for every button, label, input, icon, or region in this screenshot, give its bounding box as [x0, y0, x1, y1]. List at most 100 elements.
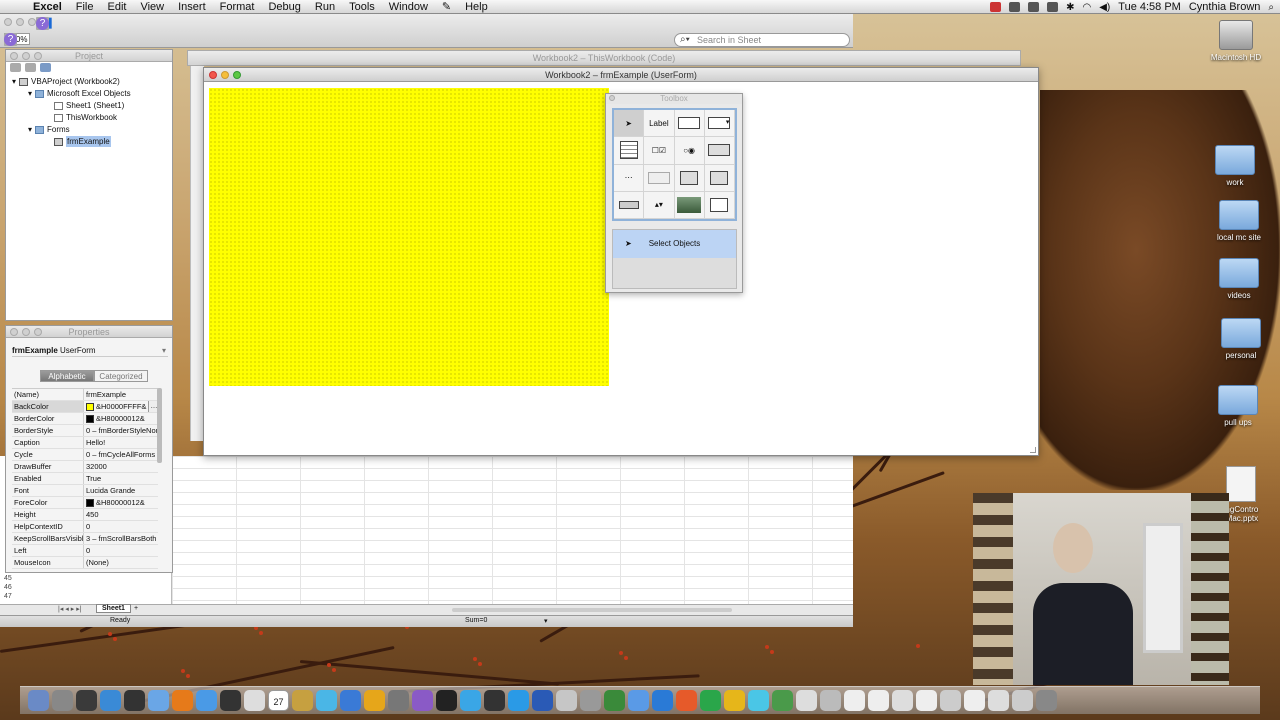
tree-sheet1[interactable]: Sheet1 (Sheet1) [54, 100, 124, 111]
property-value[interactable]: 0 – fmCycleAllForms [84, 449, 158, 460]
menu-view[interactable]: View [133, 0, 171, 14]
textbox-tool-icon[interactable] [674, 110, 705, 138]
properties-scrollbar[interactable] [157, 388, 162, 463]
dock-app-icon[interactable] [844, 690, 865, 711]
property-value[interactable]: 32000 [84, 461, 158, 472]
dock-app-icon[interactable] [556, 690, 577, 711]
property-value[interactable]: 450 [84, 509, 158, 520]
dock-app-icon[interactable] [892, 690, 913, 711]
wifi-icon[interactable]: ◠ [1083, 2, 1092, 13]
property-row[interactable]: DrawBuffer 32000 [12, 461, 158, 473]
dock-app-icon[interactable] [868, 690, 889, 711]
clock[interactable]: Tue 4:58 PM [1118, 1, 1181, 13]
togglebutton-tool-icon[interactable] [704, 137, 735, 165]
sheet-tab[interactable]: Sheet1 [96, 604, 131, 613]
dock-app-icon[interactable] [340, 690, 361, 711]
dock-app-icon[interactable] [628, 690, 649, 711]
menu-run[interactable]: Run [308, 0, 342, 14]
object-selector[interactable]: frmExample UserForm ▾ [12, 346, 168, 357]
tree-frmexample[interactable]: frmExample [54, 136, 111, 147]
property-value[interactable]: Lucida Grande [84, 485, 158, 496]
dock-app-icon[interactable] [652, 690, 673, 711]
time-machine-icon[interactable] [1047, 2, 1059, 12]
help-2-icon[interactable]: ? [4, 32, 17, 46]
property-row[interactable]: KeepScrollBarsVisible 3 – fmScrollBarsBot… [12, 533, 158, 545]
script-menu-icon[interactable]: ✎ [435, 0, 458, 14]
property-row[interactable]: BorderColor &H80000012& [12, 413, 158, 425]
desktop-icon-folder[interactable]: videos [1204, 258, 1274, 300]
tree-vbaproject[interactable]: ▾ VBAProject (Workbook2) [12, 76, 120, 87]
select-objects-item[interactable]: ➤ Select Objects [613, 230, 736, 258]
color-swatch[interactable] [86, 414, 94, 423]
listbox-tool-icon[interactable] [614, 137, 645, 165]
checkbox-tool-icon[interactable]: ☐☑ [644, 137, 675, 165]
userform-window-titlebar[interactable]: Workbook2 – frmExample (UserForm) [204, 68, 1038, 82]
dock-app-icon[interactable] [964, 690, 985, 711]
status-sum[interactable]: Sum=0 [465, 617, 487, 624]
select-tool-icon[interactable]: ➤ [614, 110, 645, 138]
property-value[interactable]: Hello! [84, 437, 158, 448]
userform-canvas[interactable] [209, 88, 609, 386]
property-row[interactable]: Height 450 [12, 509, 158, 521]
menu-help[interactable]: Help [458, 0, 495, 14]
dock-app-icon[interactable] [244, 690, 265, 711]
help-icon[interactable]: ? [36, 16, 49, 30]
menu-insert[interactable]: Insert [171, 0, 213, 14]
menu-format[interactable]: Format [213, 0, 262, 14]
multipage-tool-icon[interactable] [704, 164, 735, 192]
desktop-icon-hd[interactable]: Macintosh HD [1201, 20, 1271, 62]
property-row[interactable]: BorderStyle 0 – fmBorderStyleNone [12, 425, 158, 437]
label-tool[interactable]: Label [644, 110, 675, 138]
dock-app-icon[interactable] [940, 690, 961, 711]
property-row[interactable]: (Name) frmExample [12, 389, 158, 401]
spinbutton-tool-icon[interactable]: ▴▾ [644, 191, 675, 219]
chevron-down-icon[interactable]: ▾ [162, 346, 166, 355]
minimize-icon[interactable] [221, 71, 229, 79]
property-row[interactable]: Font Lucida Grande [12, 485, 158, 497]
combobox-tool-icon[interactable]: ▾ [704, 110, 735, 138]
dock-app-icon[interactable] [796, 690, 817, 711]
property-row[interactable]: Cycle 0 – fmCycleAllForms [12, 449, 158, 461]
image-tool-icon[interactable] [674, 191, 705, 219]
menu-app-excel[interactable]: Excel [26, 0, 69, 14]
dock-app-icon[interactable] [988, 690, 1009, 711]
property-row[interactable]: BackColor &H0000FFFF&… [12, 401, 158, 413]
property-row[interactable]: Left 0 [12, 545, 158, 557]
bluetooth-icon[interactable]: ✱ [1066, 2, 1074, 13]
code-window[interactable]: Workbook2 – ThisWorkbook (Code) [187, 50, 1021, 66]
dock-app-icon[interactable] [292, 690, 313, 711]
dropbox-icon[interactable] [1009, 2, 1021, 12]
frame-tool-icon[interactable]: ⋯ [614, 164, 645, 192]
dock-app-icon[interactable] [364, 690, 385, 711]
dock-app-icon[interactable] [148, 690, 169, 711]
tab-categorized[interactable]: Categorized [94, 370, 148, 382]
toggle-folders-icon[interactable] [40, 63, 51, 72]
dock-app-icon[interactable] [508, 690, 529, 711]
color-swatch[interactable] [86, 498, 94, 507]
dock-app-icon[interactable] [724, 690, 745, 711]
menu-debug[interactable]: Debug [261, 0, 307, 14]
recording-icon[interactable] [990, 2, 1002, 12]
tree-thisworkbook[interactable]: ThisWorkbook [54, 112, 117, 123]
menu-tools[interactable]: Tools [342, 0, 382, 14]
zoom-icon[interactable] [233, 71, 241, 79]
dock-app-icon[interactable] [748, 690, 769, 711]
menu-edit[interactable]: Edit [100, 0, 133, 14]
close-icon[interactable] [209, 71, 217, 79]
dock-app-icon[interactable] [772, 690, 793, 711]
status-dropdown-icon[interactable]: ▾ [544, 617, 548, 625]
dock-app-icon[interactable] [412, 690, 433, 711]
dock-app-icon[interactable] [28, 690, 49, 711]
dock-app-icon[interactable] [676, 690, 697, 711]
resize-grip-icon[interactable] [1030, 447, 1036, 453]
dock-app-icon[interactable] [316, 690, 337, 711]
property-value[interactable]: (None) [84, 557, 158, 568]
spotlight-icon[interactable]: ⌕ [1268, 2, 1274, 13]
scrollbar-tool-icon[interactable] [614, 191, 645, 219]
dock-app-icon[interactable] [1012, 690, 1033, 711]
color-swatch[interactable] [86, 402, 94, 411]
collapse-icon[interactable]: ▾ [28, 124, 32, 135]
refedit-tool-icon[interactable] [704, 191, 735, 219]
property-row[interactable]: ForeColor &H80000012& [12, 497, 158, 509]
collapse-icon[interactable]: ▾ [28, 88, 32, 99]
